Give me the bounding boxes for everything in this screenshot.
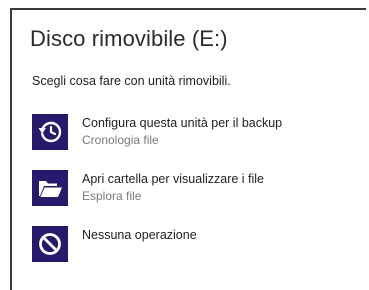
option-backup-sublabel: Cronologia file [82, 133, 159, 147]
option-backup[interactable]: Configura questa unità per il backup Cro… [32, 114, 352, 154]
option-open-folder-label: Apri cartella per visualizzare i file [82, 172, 265, 186]
option-open-folder[interactable]: Apri cartella per visualizzare i file Es… [32, 170, 352, 210]
option-no-action-label: Nessuna operazione [82, 228, 197, 242]
dialog-subtitle: Scegli cosa fare con unità rimovibili. [32, 74, 231, 88]
option-no-action[interactable]: Nessuna operazione [32, 226, 352, 266]
option-backup-label: Configura questa unità per il backup [82, 116, 283, 130]
file-history-icon [32, 114, 68, 150]
option-open-folder-sublabel: Esplora file [82, 189, 142, 203]
dialog-title: Disco rimovibile (E:) [30, 26, 228, 51]
folder-open-icon [32, 170, 68, 206]
no-action-icon [32, 226, 68, 262]
autoplay-dialog: Disco rimovibile (E:) Scegli cosa fare c… [10, 8, 366, 290]
